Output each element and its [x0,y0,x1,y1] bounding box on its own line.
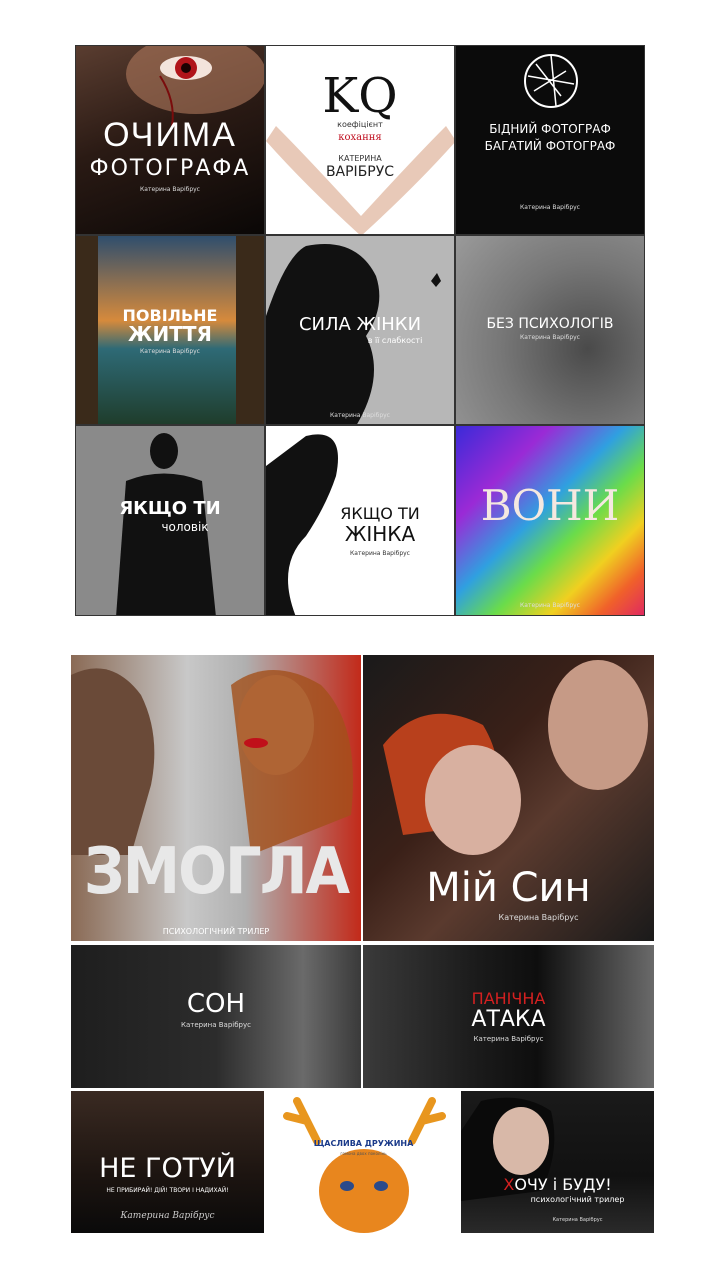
cover-title: СИЛА ЖІНКИ [298,314,422,335]
cover-subtitle: психологічний трилер [530,1195,625,1204]
cover-author: Катерина Варібрус [350,550,410,557]
cover-author: Катерина Варібрус [520,602,580,609]
cover-subtitle: ЖИТТЯ [128,322,212,346]
cover-subtitle: БАГАТИЙ ФОТОГРАФ [484,139,616,153]
cover-title: кохання [338,132,382,143]
cover-syla-zhinky[interactable]: СИЛА ЖІНКИ в її слабкості Катерина Варіб… [265,235,455,425]
cover-khochu-i-budu[interactable]: ХОЧУ і БУДУ! психологічний трилер Катери… [461,1091,654,1233]
cover-subtitle: НЕ ПРИБИРАЙ! ДІЙ! ТВОРИ І НАДИХАЙ! [106,1187,229,1194]
cover-author: Катерина Варібрус [140,186,200,193]
cover-subtitle: в її слабкості [367,336,423,345]
cover-bez-psykholohiv[interactable]: БЕЗ ПСИХОЛОГІВ Катерина Варібрус [455,235,645,425]
deer-illustration [283,1097,446,1233]
cover-title: ПАНІЧНА [471,989,546,1008]
cover-zmohla[interactable]: ЗМОГЛА ПСИХОЛОГІЧНИЙ ТРИЛЕР [71,655,361,941]
cover-title: НЕ ГОТУЙ [99,1153,236,1184]
cover-author-last: ВАРІБРУС [325,164,395,180]
cover-title: БІДНИЙ ФОТОГРАФ [489,122,611,136]
cover-author: Катерина Варібрус [330,412,390,419]
cover-son[interactable]: СОН Катерина Варібрус [71,945,361,1088]
cover-title-x: Х [503,1175,515,1194]
cover-title: Мій Син [426,865,591,911]
cover-author: Катерина Варібрус [520,334,580,341]
cover-subtitle: ЖІНКА [344,522,416,546]
cover-mii-syn[interactable]: Мій Син Катерина Варібрус [363,655,654,941]
cover-vony[interactable]: ВОНИ Катерина Варібрус [455,425,645,616]
cover-title: СОН [186,989,246,1019]
top-book-grid: ОЧИМА ФОТОГРАФА Катерина Варібрус KQ кое… [75,45,645,616]
cover-title: ЩАСЛИВА ДРУЖИНА [313,1139,414,1148]
cover-author: Катерина Варібрус [498,913,579,922]
cover-subtitle: гомона двох поколінь [340,1151,387,1156]
cover-tag: коефіцієнт [337,120,383,129]
cover-author: Катерина Варібрус [181,1021,251,1029]
cover-author: Катерина Варібрус [120,1211,215,1221]
cover-title: ХОЧУ і БУДУ! [461,1175,654,1194]
cover-title: ВОНИ [480,481,620,530]
cover-title: ЗМОГЛА [83,835,350,909]
cover-title: ЯКЩО ТИ [119,498,221,519]
cover-povilne-zhyttia[interactable]: ПОВІЛЬНЕ ЖИТТЯ Катерина Варібрус [75,235,265,425]
cover-author: Катерина Варібрус [140,348,200,355]
cover-author: Катерина Варібрус [520,204,580,211]
cover-author: Катерина Варібрус [473,1035,544,1043]
cover-author: Катерина Варібрус [552,1217,603,1223]
cover-kq[interactable]: KQ коефіцієнт кохання КАТЕРИНА ВАРІБРУС [265,45,455,235]
cover-subtitle: ФОТОГРАФА [89,156,251,181]
cover-yakshcho-ty-zhinka[interactable]: ЯКЩО ТИ ЖІНКА Катерина Варібрус [265,425,455,616]
cover-title: БЕЗ ПСИХОЛОГІВ [486,316,614,332]
cover-bidnyi-fotograf[interactable]: БІДНИЙ ФОТОГРАФ БАГАТИЙ ФОТОГРАФ Катерин… [455,45,645,235]
cover-panichna-ataka[interactable]: ПАНІЧНА АТАКА Катерина Варібрус [363,945,654,1088]
girl-portrait [461,1097,555,1201]
cover-title-rest: ОЧУ і БУДУ! [514,1175,612,1194]
cover-subtitle: ПСИХОЛОГІЧНИЙ ТРИЛЕР [162,927,270,936]
cover-ochyma-fotografa[interactable]: ОЧИМА ФОТОГРАФА Катерина Варібрус [75,45,265,235]
cover-yakshcho-ty-cholovik[interactable]: ЯКЩО ТИ чоловік [75,425,265,616]
cover-shchasluva-druzhyna[interactable]: ЩАСЛИВА ДРУЖИНА гомона двох поколінь [267,1091,460,1233]
cover-author-first: КАТЕРИНА [338,154,382,163]
bottom-book-grid: ЗМОГЛА ПСИХОЛОГІЧНИЙ ТРИЛЕР Мій Син Кате… [71,655,654,1233]
cover-title: ОЧИМА [103,116,237,154]
cover-subtitle: АТАКА [471,1007,546,1032]
kq-logo: KQ [322,68,398,124]
cover-ne-hotui[interactable]: НЕ ГОТУЙ НЕ ПРИБИРАЙ! ДІЙ! ТВОРИ І НАДИХ… [71,1091,264,1233]
cover-title: ЯКЩО ТИ [340,504,420,523]
cover-subtitle: чоловік [161,520,209,534]
